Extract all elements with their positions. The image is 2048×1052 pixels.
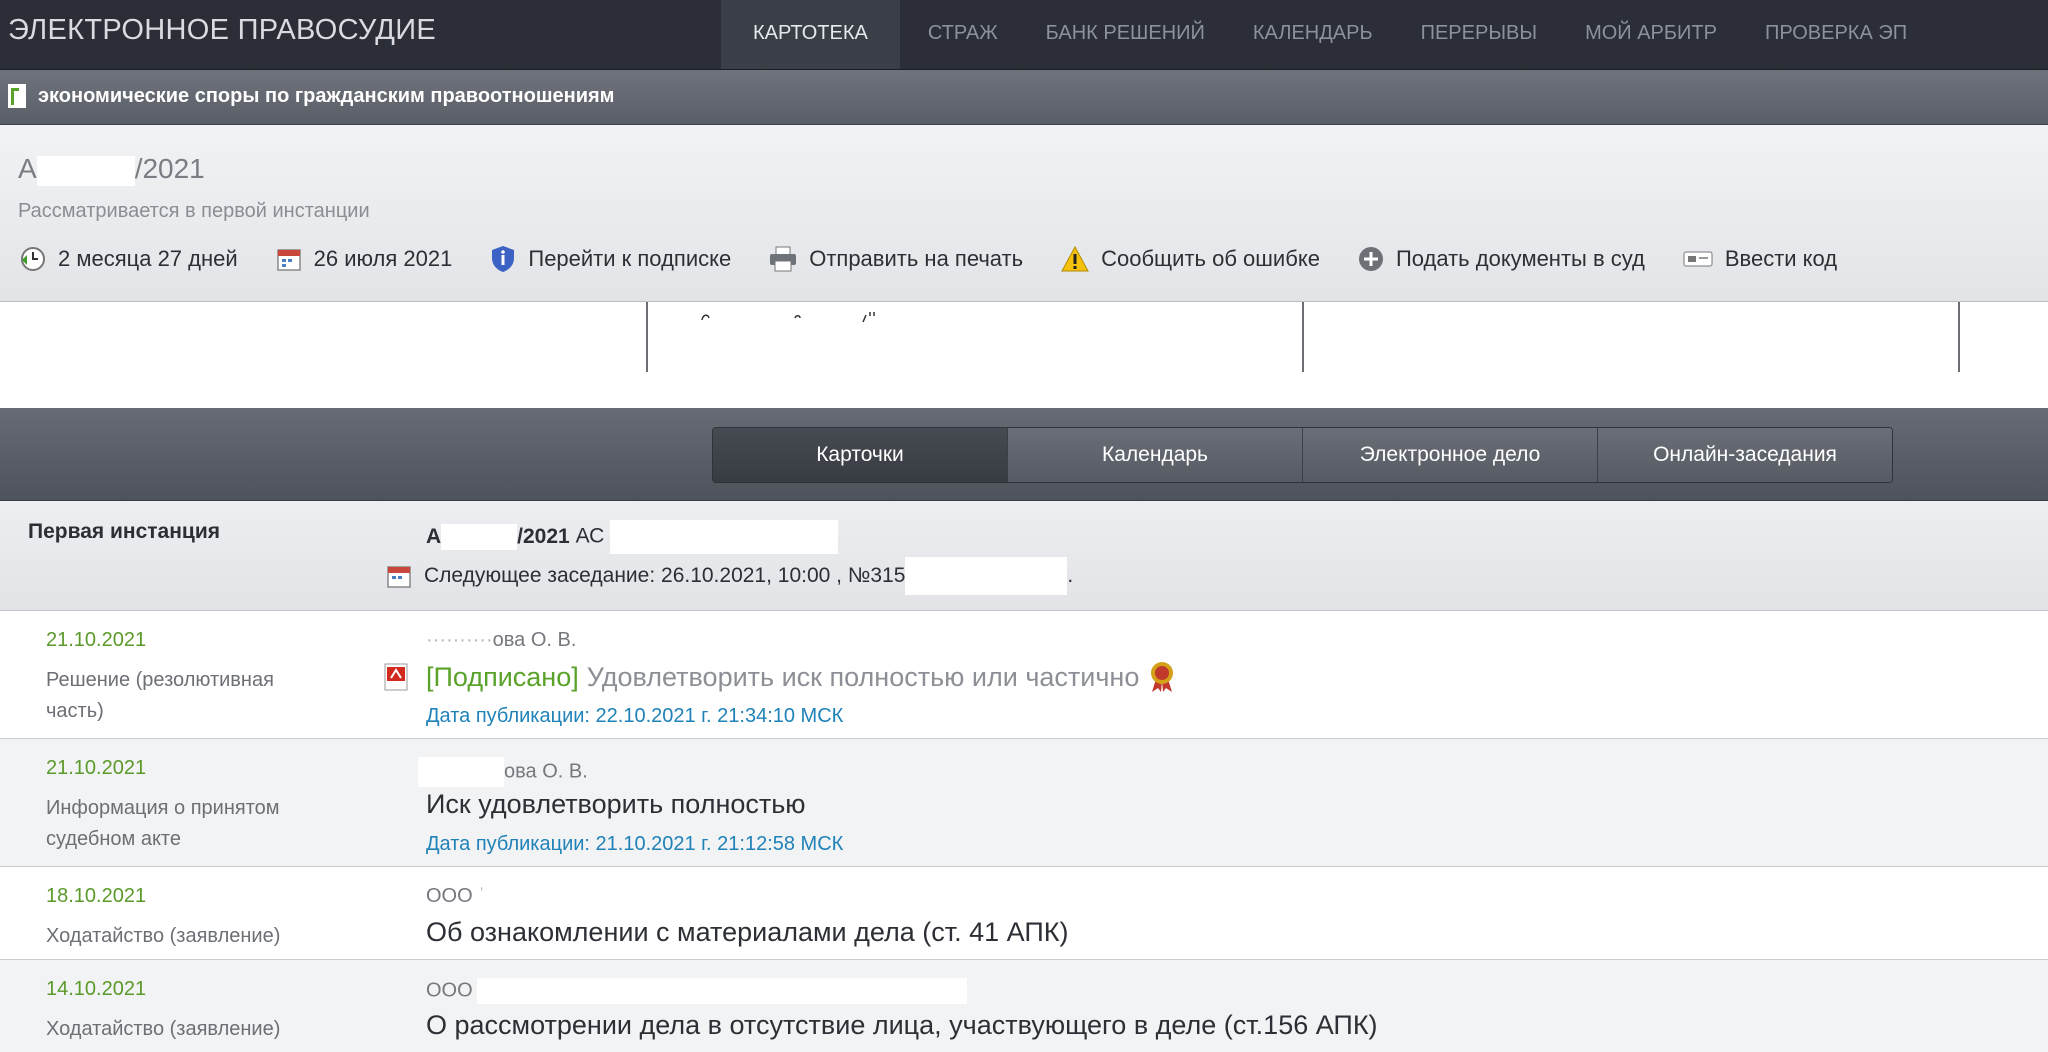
event-author: ООО ˈ xyxy=(426,885,485,907)
event-document-link[interactable]: [Подписано] Удовлетворить иск полностью … xyxy=(426,661,1175,693)
nav-item-check-signature[interactable]: ПРОВЕРКА ЭП xyxy=(1741,0,1931,69)
redacted-block xyxy=(441,524,518,550)
nav-item-strazh[interactable]: СТРАЖ xyxy=(900,0,1022,69)
case-status: Рассматривается в первой инстанции xyxy=(18,200,370,222)
event-date: 21.10.2021 xyxy=(46,629,147,651)
redacted-block xyxy=(36,155,135,186)
redacted-block xyxy=(418,757,504,787)
nav-item-kartoteka[interactable]: КАРТОТЕКА xyxy=(721,0,900,69)
case-header: А/2021 Рассматривается в первой инстанци… xyxy=(0,125,2048,302)
print-action[interactable]: Отправить на печать xyxy=(769,246,1023,272)
subscribe-action[interactable]: Перейти к подписке xyxy=(490,245,731,273)
plus-circle-icon xyxy=(1358,247,1383,271)
nav-item-calendar[interactable]: КАЛЕНДАРЬ xyxy=(1229,0,1397,69)
event-author: ова О. В. xyxy=(418,757,588,787)
event-document-link[interactable]: О рассмотрении дела в отсутствие лица, у… xyxy=(426,1010,1378,1041)
event-document-link[interactable]: Иск удовлетворить полностью xyxy=(426,789,806,820)
event-document-link[interactable]: Об ознакомлении с материалами дела (ст. … xyxy=(426,917,1069,948)
main-nav: КАРТОТЕКА СТРАЖ БАНК РЕШЕНИЙ КАЛЕНДАРЬ П… xyxy=(721,0,1931,69)
publication-date: Дата публикации: 21.10.2021 г. 21:12:58 … xyxy=(426,833,844,855)
clock-icon xyxy=(21,247,45,271)
event-type: Решение (резолютивная часть) xyxy=(46,669,274,722)
instance-header: Первая инстанция А/2021 АС Следующее зас… xyxy=(0,501,2048,611)
event-author: ··········ова О. В. xyxy=(426,629,577,651)
case-category-bar: экономические споры по гражданским право… xyxy=(0,70,2048,125)
tab-online-sessions[interactable]: Онлайн-заседания xyxy=(1597,428,1892,482)
event-type: Информация о принятом судебном акте xyxy=(46,797,280,850)
column-divider xyxy=(646,302,648,372)
event-type: Ходатайство (заявление) xyxy=(46,925,281,947)
next-session: Следующее заседание: 26.10.2021, 10:00 ,… xyxy=(386,557,1073,595)
event-date: 21.10.2021 xyxy=(46,757,147,779)
event-row: 21.10.2021 Информация о принятом судебно… xyxy=(0,739,2048,867)
printer-icon xyxy=(770,246,797,272)
event-row: 21.10.2021 Решение (резолютивная часть) … xyxy=(0,611,2048,739)
pdf-icon[interactable] xyxy=(383,663,409,691)
redacted-block xyxy=(905,557,1068,595)
submit-documents-action[interactable]: Подать документы в суд xyxy=(1358,246,1645,272)
signed-label: [Подписано] xyxy=(426,661,579,692)
publication-date: Дата публикации: 22.10.2021 г. 21:34:10 … xyxy=(426,705,844,727)
top-navigation-bar: ЭЛЕКТРОННОЕ ПРАВОСУДИЕ КАРТОТЕКА СТРАЖ Б… xyxy=(0,0,2048,70)
view-tabs-bar: Карточки Календарь Электронное дело Онла… xyxy=(0,408,2048,501)
instance-case-info: А/2021 АС xyxy=(426,520,839,554)
nav-item-bank-decisions[interactable]: БАНК РЕШЕНИЙ xyxy=(1022,0,1229,69)
seal-icon xyxy=(1151,662,1174,692)
calendar-icon xyxy=(387,566,411,588)
instance-title[interactable]: Первая инстанция xyxy=(28,520,220,544)
participants-table-fragment xyxy=(0,302,2048,408)
report-error-action[interactable]: Сообщить об ошибке xyxy=(1061,246,1320,272)
redacted-block xyxy=(476,978,967,1004)
duration-action[interactable]: 2 месяца 27 дней xyxy=(20,246,238,272)
document-icon xyxy=(8,84,26,108)
tab-calendar[interactable]: Календарь xyxy=(1007,428,1302,482)
column-divider xyxy=(1302,302,1304,372)
keycard-icon xyxy=(1683,251,1713,267)
date-action[interactable]: 26 июля 2021 xyxy=(276,246,452,272)
view-tabs: Карточки Календарь Электронное дело Онла… xyxy=(712,427,1893,483)
nav-item-my-arbitr[interactable]: МОЙ АРБИТР xyxy=(1561,0,1741,69)
calendar-icon xyxy=(276,249,301,271)
case-category-label: экономические споры по гражданским право… xyxy=(38,85,615,107)
event-date: 14.10.2021 xyxy=(46,978,147,1000)
case-actions: 2 месяца 27 дней 26 июля 2021 Перейти к … xyxy=(20,245,1875,273)
case-number: А/2021 xyxy=(18,153,205,186)
event-author: ООО xyxy=(426,978,967,1004)
tab-electronic-case[interactable]: Электронное дело xyxy=(1302,428,1597,482)
event-type: Ходатайство (заявление) xyxy=(46,1018,281,1040)
event-row: 18.10.2021 Ходатайство (заявление) ООО ˈ… xyxy=(0,867,2048,960)
column-divider xyxy=(1958,302,1960,372)
nav-item-breaks[interactable]: ПЕРЕРЫВЫ xyxy=(1397,0,1561,69)
site-logo[interactable]: ЭЛЕКТРОННОЕ ПРАВОСУДИЕ xyxy=(8,14,436,47)
truncated-text-fragment xyxy=(701,312,875,323)
tab-cards[interactable]: Карточки xyxy=(713,428,1007,482)
event-date: 18.10.2021 xyxy=(46,885,147,907)
warning-icon xyxy=(1061,246,1089,272)
event-row: 14.10.2021 Ходатайство (заявление) ООО О… xyxy=(0,960,2048,1052)
shield-icon xyxy=(492,246,515,272)
redacted-block xyxy=(610,520,839,554)
enter-code-action[interactable]: Ввести код xyxy=(1683,246,1837,272)
